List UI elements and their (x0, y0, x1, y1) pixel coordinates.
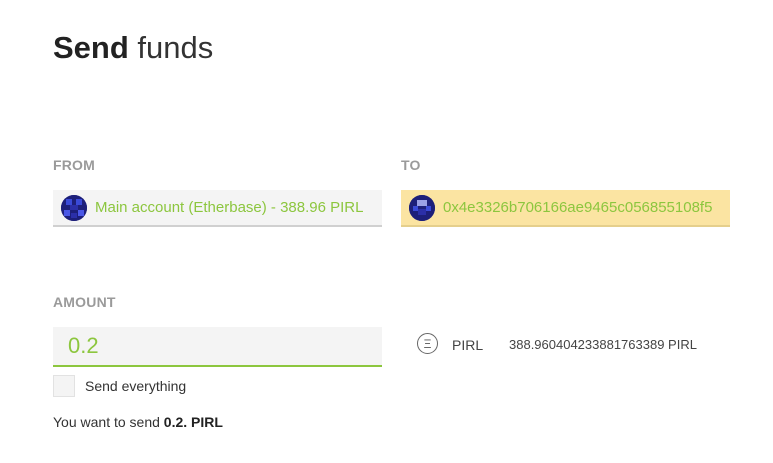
summary-amount: 0.2. (163, 414, 188, 430)
send-everything-checkbox[interactable] (53, 375, 75, 397)
summary-prefix: You want to send (53, 414, 160, 430)
from-label: FROM (53, 157, 96, 173)
to-label: TO (401, 157, 421, 173)
from-account-text: Main account (Etherbase) - 388.96 PIRL (95, 199, 364, 216)
ether-icon[interactable]: Ξ (417, 333, 438, 354)
token-balance: 388.960404233881763389 PIRL (509, 337, 697, 352)
send-summary: You want to send 0.2. PIRL (53, 414, 223, 430)
amount-input[interactable] (53, 327, 382, 367)
from-account-select[interactable]: Main account (Etherbase) - 388.96 PIRL (53, 190, 382, 227)
summary-unit: PIRL (191, 414, 223, 430)
page-title: Send funds (53, 30, 213, 66)
identicon-icon (61, 194, 87, 221)
title-strong: Send (53, 30, 129, 65)
identicon-icon (409, 194, 435, 221)
token-name[interactable]: PIRL (452, 337, 483, 353)
send-everything-label[interactable]: Send everything (85, 378, 186, 394)
amount-label: AMOUNT (53, 294, 116, 310)
send-funds-page: Send funds FROM TO Main account (Etherba… (0, 0, 773, 463)
to-address-text: 0x4e3326b706166ae9465c056855108f5 (443, 199, 713, 216)
to-address-input[interactable]: 0x4e3326b706166ae9465c056855108f5 (401, 190, 730, 227)
title-light: funds (137, 30, 214, 65)
